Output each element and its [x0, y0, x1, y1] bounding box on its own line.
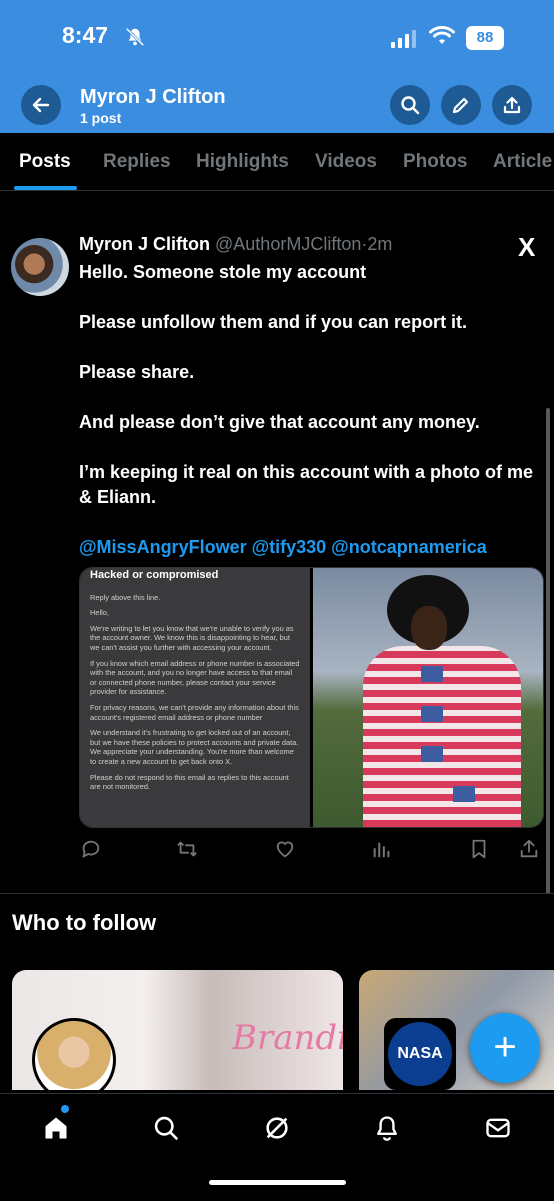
- suggestion-avatar[interactable]: [32, 1018, 116, 1090]
- silent-bell-icon: [124, 26, 146, 53]
- grok-icon: [266, 1117, 288, 1139]
- page-title: Myron J Clifton: [80, 86, 226, 108]
- like-button[interactable]: [273, 838, 297, 865]
- section-divider: [0, 893, 554, 894]
- edit-button[interactable]: [441, 85, 481, 125]
- share-icon: [520, 839, 538, 858]
- heart-icon: [276, 841, 294, 858]
- photo-suit: [363, 646, 521, 827]
- mail-icon: [486, 1118, 510, 1138]
- author-name[interactable]: Myron J Clifton: [79, 234, 210, 254]
- arrow-left-icon: [32, 97, 50, 113]
- nasa-logo[interactable]: NASA: [384, 1018, 456, 1090]
- post-count: 1 post: [80, 110, 122, 126]
- nav-messages[interactable]: [484, 1114, 512, 1147]
- reply-button[interactable]: [80, 838, 102, 865]
- tab-articles[interactable]: Article: [493, 151, 552, 173]
- email-heading: Hacked or compromised: [90, 569, 219, 581]
- nasa-logo-text: NASA: [388, 1022, 452, 1086]
- nav-home[interactable]: [42, 1114, 70, 1147]
- banner-script-text: Brandi: [232, 1018, 343, 1058]
- share-button[interactable]: [518, 838, 540, 865]
- search-icon: [401, 96, 420, 115]
- author-handle[interactable]: @AuthorMJClifton: [215, 234, 361, 254]
- tweet-text: Hello. Someone stole my account Please u…: [79, 260, 534, 560]
- nav-search[interactable]: [152, 1114, 180, 1147]
- back-button[interactable]: [21, 85, 61, 125]
- email-line: We're writing to let you know that we're…: [90, 623, 294, 652]
- repost-icon: [177, 841, 197, 857]
- photo-face: [411, 606, 447, 650]
- tweet-time: 2m: [367, 234, 393, 254]
- tweet-paragraph: Hello. Someone stole my account: [79, 262, 367, 282]
- email-line: If you know which email address or phone…: [90, 658, 300, 697]
- pencil-icon: [452, 97, 469, 114]
- active-tab-indicator: [14, 186, 77, 190]
- share-profile-button[interactable]: [492, 85, 532, 125]
- battery-indicator: 88: [466, 26, 504, 50]
- notification-dot: [61, 1105, 69, 1113]
- photo-image[interactable]: [313, 568, 543, 827]
- search-icon: [154, 1116, 178, 1140]
- cellular-signal-icon: [391, 30, 416, 48]
- email-line: Hello,: [90, 608, 109, 618]
- bookmark-icon: [472, 839, 486, 859]
- email-line: Please do not respond to this email as r…: [90, 772, 289, 792]
- who-to-follow-title: Who to follow: [12, 910, 157, 935]
- tab-posts[interactable]: Posts: [19, 151, 71, 173]
- scrollbar[interactable]: [546, 408, 550, 894]
- nav-notifications[interactable]: [373, 1114, 401, 1147]
- tab-highlights[interactable]: Highlights: [196, 151, 289, 173]
- tab-videos[interactable]: Videos: [315, 151, 377, 173]
- bookmark-button[interactable]: [468, 838, 490, 865]
- email-line: For privacy reasons, we can't provide an…: [90, 702, 299, 722]
- email-line: Reply above this line.: [90, 592, 161, 602]
- nav-grok[interactable]: [263, 1114, 291, 1147]
- x-logo-icon: X: [518, 232, 536, 262]
- avatar[interactable]: [11, 238, 69, 296]
- repost-button[interactable]: [175, 838, 199, 865]
- status-time: 8:47: [62, 22, 109, 48]
- views-button[interactable]: [371, 838, 393, 865]
- wifi-icon: [429, 26, 455, 51]
- analytics-icon: [373, 842, 390, 858]
- compose-button[interactable]: +: [470, 1013, 540, 1083]
- tweet-mentions[interactable]: @MissAngryFlower @tify330 @notcapnameric…: [79, 535, 534, 560]
- email-screenshot-image[interactable]: Hacked or compromised Reply above this l…: [80, 568, 310, 827]
- tweet-header: Myron J Clifton @AuthorMJClifton·2m: [79, 234, 392, 255]
- tweet-paragraph: And please don’t give that account any m…: [79, 412, 480, 432]
- tweet-paragraph: I’m keeping it real on this account with…: [79, 462, 534, 507]
- tweet-media[interactable]: Hacked or compromised Reply above this l…: [79, 567, 544, 828]
- tweet-paragraph: Please unfollow them and if you can repo…: [79, 312, 468, 332]
- tab-photos[interactable]: Photos: [403, 151, 467, 173]
- share-icon: [503, 96, 521, 114]
- home-icon: [45, 1117, 67, 1139]
- home-indicator[interactable]: [209, 1180, 346, 1185]
- follow-suggestion-card[interactable]: Brandi: [12, 970, 343, 1090]
- tab-replies[interactable]: Replies: [103, 151, 171, 173]
- bell-icon: [377, 1116, 397, 1141]
- reply-icon: [82, 840, 100, 859]
- profile-tabs: Posts Replies Highlights Videos Photos A…: [0, 133, 554, 191]
- email-line: We understand it's frustrating to get lo…: [90, 728, 299, 766]
- search-button[interactable]: [390, 85, 430, 125]
- tweet-paragraph: Please share.: [79, 362, 195, 382]
